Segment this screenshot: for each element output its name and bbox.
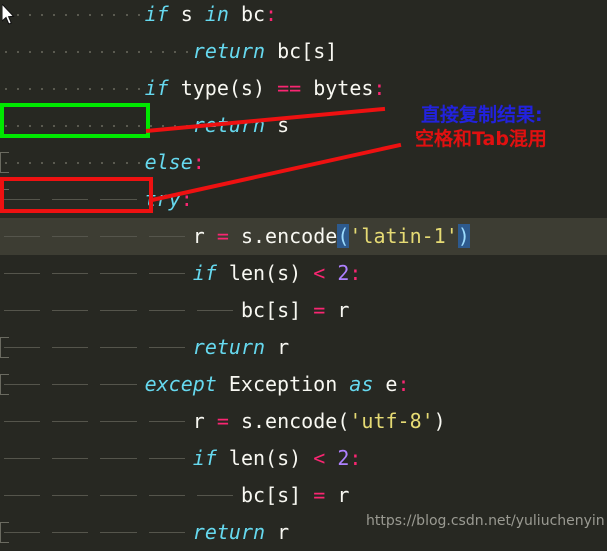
code-token: : [373, 76, 386, 100]
code-token: ) [433, 409, 446, 433]
code-token: : [265, 2, 278, 26]
code-line[interactable]: if s in bc: [0, 0, 607, 33]
code-token: r [325, 298, 350, 322]
code-token: bytes [301, 76, 374, 100]
code-token: : [397, 372, 410, 396]
code-text: return r [193, 329, 289, 366]
code-line[interactable]: bc[s] = r [0, 477, 607, 514]
code-token: if [144, 2, 169, 26]
code-line[interactable]: r = s.encode('utf-8') [0, 403, 607, 440]
code-text: else: [145, 144, 205, 181]
code-token: 'utf-8' [349, 409, 434, 433]
code-token: 'latin-1' [349, 224, 458, 248]
code-text: if len(s) < 2: [193, 255, 362, 292]
code-text: except Exception as e: [145, 366, 410, 403]
mouse-cursor-icon [2, 4, 15, 25]
code-text: if type(s) == bytes: [145, 70, 386, 107]
code-token: r [192, 224, 217, 248]
code-line[interactable]: if len(s) < 2: [0, 255, 607, 292]
code-token: r [192, 409, 217, 433]
code-line[interactable]: if len(s) < 2: [0, 440, 607, 477]
code-token: bc [228, 2, 266, 26]
code-line[interactable]: r = s.encode('latin-1') [0, 218, 607, 255]
code-line[interactable]: return r [0, 329, 607, 366]
code-text: bc[s] = r [241, 292, 349, 329]
code-line[interactable]: except Exception as e: [0, 366, 607, 403]
code-text: r = s.encode('latin-1') [193, 218, 470, 255]
code-token: = [216, 224, 229, 248]
annotation-note-line2: 空格和Tab混用 [415, 128, 547, 150]
code-text: return r [193, 514, 289, 551]
watermark: https://blog.csdn.net/yuliuchenyin [366, 513, 605, 529]
code-token: 2 [337, 261, 350, 285]
code-token: type(s) [168, 76, 278, 100]
code-token: if [192, 446, 217, 470]
code-token: 2 [337, 446, 350, 470]
code-token: len(s) [216, 446, 314, 470]
code-token: ( [337, 224, 350, 248]
code-line[interactable]: bc[s] = r [0, 292, 607, 329]
code-token: = [313, 298, 326, 322]
code-fold-marker[interactable] [0, 374, 9, 395]
code-token: in [204, 2, 229, 26]
code-token: e [373, 372, 398, 396]
code-token: bc[s] [265, 39, 338, 63]
code-token: s.encode [228, 224, 338, 248]
annotation-note-line1: 直接复制结果: [421, 104, 543, 126]
code-token: else [144, 150, 193, 174]
code-token: ( [337, 409, 350, 433]
code-text: return bc[s] [193, 33, 338, 70]
code-token: : [192, 150, 205, 174]
code-token: as [349, 372, 374, 396]
code-token: : [349, 446, 362, 470]
code-token: return [192, 335, 266, 359]
code-line[interactable]: return bc[s] [0, 33, 607, 70]
code-token: = [313, 483, 326, 507]
code-fold-marker[interactable] [0, 522, 9, 543]
code-token: bc[s] [241, 483, 314, 507]
code-editor[interactable]: if s in bc: return bc[s] if type(s) == byt… [0, 0, 607, 544]
green-highlight-box-spaces [0, 103, 150, 138]
code-token: = [216, 409, 229, 433]
code-fold-marker[interactable] [0, 152, 9, 173]
code-token: r [325, 483, 350, 507]
code-token: ) [457, 224, 470, 248]
code-token: < [313, 261, 326, 285]
code-token: return [192, 39, 266, 63]
code-text: if len(s) < 2: [193, 440, 362, 477]
code-token: r [265, 520, 290, 544]
code-token: s.encode [228, 409, 338, 433]
code-token: == [277, 76, 302, 100]
code-text: bc[s] = r [241, 477, 349, 514]
code-token: return [192, 520, 266, 544]
code-token: if [192, 261, 217, 285]
code-token: s [168, 2, 205, 26]
code-token: except [144, 372, 217, 396]
code-token: < [313, 446, 326, 470]
code-text: if s in bc: [145, 0, 277, 33]
code-token: len(s) [216, 261, 314, 285]
code-token: if [144, 76, 169, 100]
code-fold-marker[interactable] [0, 337, 9, 358]
code-token: Exception [216, 372, 350, 396]
code-token: bc[s] [241, 298, 314, 322]
red-highlight-box-tabs [0, 177, 153, 213]
code-token: r [265, 335, 290, 359]
code-text: r = s.encode('utf-8') [193, 403, 446, 440]
code-token: : [349, 261, 362, 285]
